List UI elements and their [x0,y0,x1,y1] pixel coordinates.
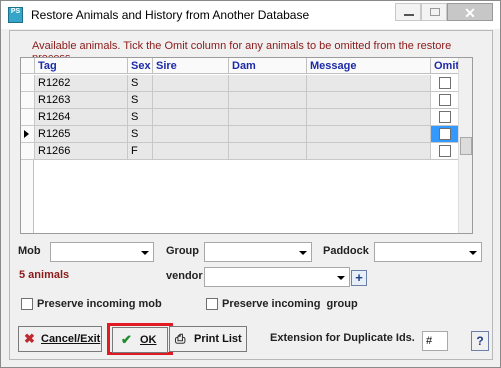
column-header-sire[interactable]: Sire [153,58,229,74]
dialog-content: Available animals. Tick the Omit column … [9,30,493,360]
dialog-window: PS Restore Animals and History from Anot… [0,0,501,368]
table-row[interactable]: R1264 S [21,109,461,126]
app-icon: PS [8,7,23,23]
ok-button[interactable]: ✔ OK [112,327,168,353]
column-header-omit[interactable]: Omit [431,58,461,74]
paddock-dropdown[interactable] [374,242,482,262]
cell-sire[interactable] [153,92,229,109]
column-header-dam[interactable]: Dam [229,58,307,74]
table-row[interactable]: R1266 F [21,143,461,160]
table-row[interactable]: R1263 S [21,92,461,109]
minimize-button[interactable] [395,3,421,21]
duplicate-extension-input[interactable]: # [422,331,448,351]
add-vendor-button[interactable]: + [351,270,367,286]
duplicate-extension-label: Extension for Duplicate Ids. [270,332,415,344]
omit-checkbox[interactable] [439,77,451,89]
cell-sire[interactable] [153,75,229,92]
cancel-x-icon: ✖ [24,331,35,346]
group-label: Group [166,245,199,257]
print-list-label: Print List [194,333,242,345]
preserve-group-label: Preserve incoming group [222,298,358,310]
group-dropdown[interactable] [204,242,312,262]
animal-count: 5 animals [19,269,70,281]
ok-label: OK [140,334,157,346]
cell-message[interactable] [307,109,431,126]
omit-checkbox[interactable] [439,145,451,157]
chevron-down-icon [469,251,477,255]
cell-tag[interactable]: R1265 [35,126,128,143]
table-row-current[interactable]: R1265 S [21,126,461,143]
window-title: Restore Animals and History from Another… [31,8,310,22]
help-button[interactable]: ? [471,331,489,351]
cell-message[interactable] [307,75,431,92]
row-indicator-column [21,160,34,233]
cell-dam[interactable] [229,109,307,126]
cell-sex[interactable]: S [128,126,153,143]
mob-dropdown[interactable] [50,242,154,262]
animals-table[interactable]: Tag Sex Sire Dam Message Omit R1262 S R1… [20,57,473,234]
table-row[interactable]: R1262 S [21,75,461,92]
cell-sex[interactable]: S [128,109,153,126]
cell-message[interactable] [307,92,431,109]
cell-sire[interactable] [153,143,229,160]
printer-icon: ⎙ [175,331,186,346]
row-indicator[interactable] [21,143,35,160]
row-indicator[interactable] [21,109,35,126]
cell-omit [431,143,461,160]
cell-sex[interactable]: F [128,143,153,160]
cell-tag[interactable]: R1264 [35,109,128,126]
cell-omit-selected [431,126,461,143]
cell-dam[interactable] [229,143,307,160]
minimize-icon [404,14,414,16]
print-list-button[interactable]: ⎙ Print List [169,326,247,352]
cancel-exit-label: Cancel/Exit [41,333,101,345]
table-scrollbar[interactable] [458,58,472,233]
chevron-down-icon [299,251,307,255]
cell-tag[interactable]: R1262 [35,75,128,92]
paddock-label: Paddock [323,245,369,257]
row-indicator[interactable] [21,126,35,143]
cell-omit [431,75,461,92]
maximize-button[interactable] [421,3,447,21]
chevron-down-icon [141,251,149,255]
column-header-message[interactable]: Message [307,58,431,74]
row-indicator[interactable] [21,92,35,109]
cell-sire[interactable] [153,126,229,143]
chevron-down-icon [337,276,345,280]
cell-sex[interactable]: S [128,75,153,92]
column-header-sex[interactable]: Sex [128,58,153,74]
column-header-tag[interactable]: Tag [35,58,128,74]
cell-sire[interactable] [153,109,229,126]
omit-checkbox[interactable] [439,128,451,140]
omit-checkbox[interactable] [439,94,451,106]
omit-checkbox[interactable] [439,111,451,123]
cell-message[interactable] [307,143,431,160]
cell-dam[interactable] [229,126,307,143]
close-icon: ✕ [464,5,476,21]
vendor-label: vendor [166,270,203,282]
cell-dam[interactable] [229,92,307,109]
scrollbar-thumb[interactable] [460,137,472,155]
preserve-mob-label: Preserve incoming mob [37,298,162,310]
cell-tag[interactable]: R1263 [35,92,128,109]
cell-tag[interactable]: R1266 [35,143,128,160]
cell-omit [431,109,461,126]
vendor-dropdown[interactable] [204,267,350,287]
current-row-arrow-icon [24,130,29,138]
title-bar: PS Restore Animals and History from Anot… [1,1,500,29]
maximize-icon [430,8,440,16]
row-indicator-header [21,58,35,74]
close-button[interactable]: ✕ [447,3,493,21]
cell-sex[interactable]: S [128,92,153,109]
preserve-mob-checkbox[interactable] [21,298,33,310]
cell-dam[interactable] [229,75,307,92]
row-indicator[interactable] [21,75,35,92]
cell-omit [431,92,461,109]
mob-label: Mob [18,245,41,257]
preserve-group-checkbox[interactable] [206,298,218,310]
cancel-exit-button[interactable]: ✖ Cancel/Exit [18,326,102,352]
check-icon: ✔ [121,332,132,347]
cell-message[interactable] [307,126,431,143]
